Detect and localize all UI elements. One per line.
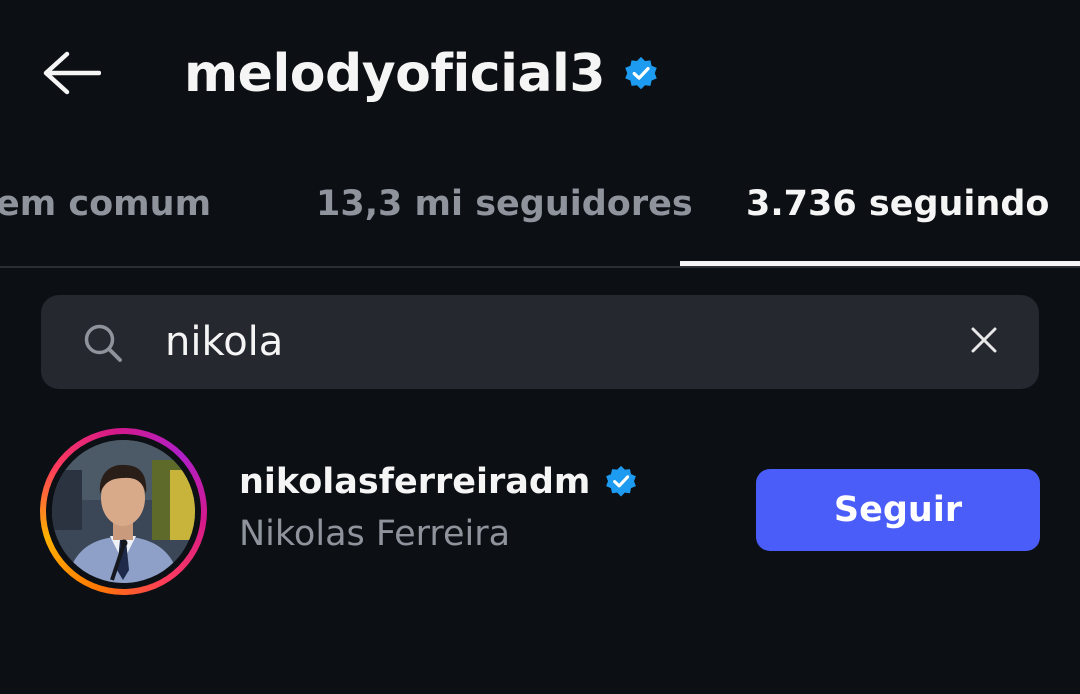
story-ring[interactable] [40, 428, 207, 595]
avatar [52, 440, 195, 583]
header-title-group: melodyoficial3 [184, 38, 659, 110]
search-bar [41, 295, 1039, 389]
follow-tabs: em comum 13,3 mi seguidores 3.736 seguin… [0, 168, 1080, 266]
user-info[interactable]: nikolasferreiradm Nikolas Ferreira [239, 458, 638, 554]
arrow-left-icon [41, 51, 102, 99]
close-icon [971, 327, 997, 357]
tab-divider [0, 266, 1080, 268]
clear-search-button[interactable] [959, 317, 1009, 367]
follow-button[interactable]: Seguir [756, 469, 1040, 551]
search-icon [83, 323, 123, 363]
list-item[interactable]: nikolasferreiradm Nikolas Ferreira Segui… [0, 420, 1080, 600]
tab-mutual[interactable]: em comum [0, 168, 211, 240]
following-screen: melodyoficial3 em comum 13,3 mi seguidor… [0, 0, 1080, 694]
full-name: Nikolas Ferreira [239, 514, 511, 554]
active-tab-indicator [680, 261, 1080, 266]
back-button[interactable] [38, 48, 104, 102]
tab-followers[interactable]: 13,3 mi seguidores [316, 168, 693, 240]
tab-following[interactable]: 3.736 seguindo [746, 168, 1049, 240]
verified-badge-icon [604, 465, 638, 499]
verified-badge-icon [623, 56, 659, 92]
page-title: melodyoficial3 [184, 44, 606, 104]
username: nikolasferreiradm [239, 462, 591, 502]
search-input[interactable] [165, 313, 925, 371]
